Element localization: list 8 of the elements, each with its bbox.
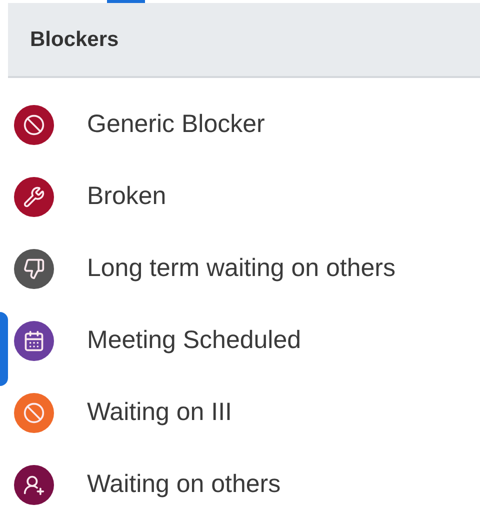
- section-title: Blockers: [30, 26, 119, 53]
- blocker-item[interactable]: Waiting on III: [8, 377, 480, 449]
- tab-indicator: [107, 0, 145, 3]
- blocker-item[interactable]: Long term waiting on others: [8, 233, 480, 305]
- blocker-item[interactable]: Waiting on others: [8, 449, 480, 515]
- blocker-item[interactable]: Generic Blocker: [8, 89, 480, 161]
- blocker-item[interactable]: Broken: [8, 161, 480, 233]
- blocker-item[interactable]: Meeting Scheduled: [8, 305, 480, 377]
